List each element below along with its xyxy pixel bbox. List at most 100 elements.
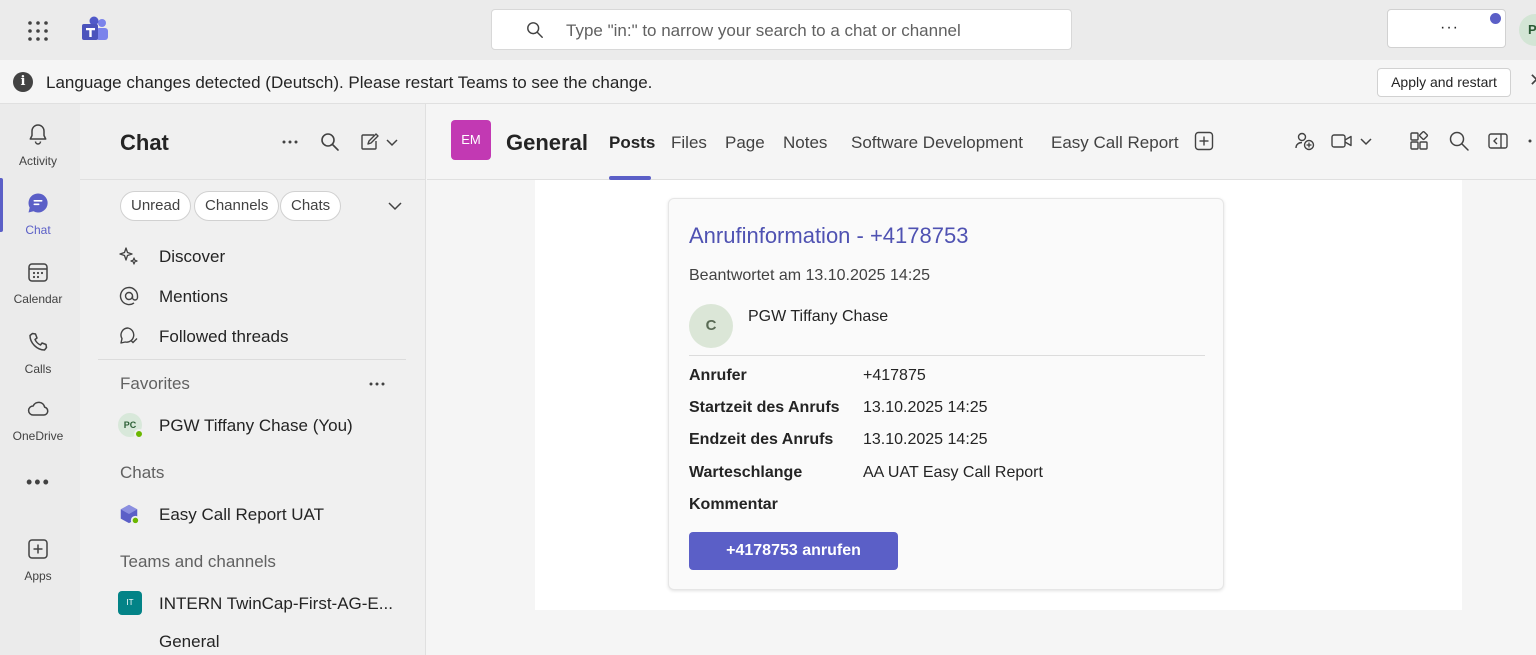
nav-discover[interactable]: Discover: [118, 241, 408, 271]
apply-and-restart-button[interactable]: Apply and restart: [1377, 68, 1511, 97]
more-apps-icon[interactable]: •••: [26, 472, 51, 493]
phone-icon: [29, 332, 48, 351]
answered-at: Beantwortet am 13.10.2025 14:25: [689, 267, 931, 284]
team-item[interactable]: IT INTERN TwinCap-First-AG-E...: [118, 588, 408, 618]
section-divider: [98, 359, 406, 360]
calendar-icon: [28, 263, 48, 282]
more-options-icon[interactable]: [280, 132, 300, 152]
at-icon: [119, 286, 139, 306]
team-avatar: IT: [118, 591, 142, 615]
nav-followed-threads[interactable]: Followed threads: [118, 321, 408, 351]
rail-label-apps: Apps: [24, 569, 52, 583]
more-icon: ···: [1440, 19, 1459, 36]
more-options-icon[interactable]: [367, 374, 387, 394]
fact-key-end: Endzeit des Anrufs: [689, 431, 834, 448]
avatar: C: [689, 304, 733, 348]
search-icon[interactable]: [320, 132, 340, 152]
posts-content: Anrufinformation - +4178753 Beantwortet …: [427, 180, 1536, 655]
chevron-down-icon[interactable]: [387, 198, 403, 214]
open-pane-icon[interactable]: [1487, 130, 1509, 152]
tab-posts[interactable]: Posts: [609, 133, 655, 153]
channel-item[interactable]: General: [118, 626, 408, 655]
chat-item[interactable]: Easy Call Report UAT: [118, 499, 408, 529]
call-info-card: Anrufinformation - +4178753 Beantwortet …: [668, 198, 1224, 590]
video-call-icon[interactable]: [1330, 130, 1354, 152]
filter-chats[interactable]: Chats: [280, 191, 342, 221]
favorites-header: Favorites: [120, 374, 190, 393]
channel-header: EM General Posts Files Page Notes Softwa…: [427, 104, 1536, 180]
banner-message: Language changes detected (Deutsch). Ple…: [46, 73, 653, 92]
app-launcher-icon[interactable]: [26, 19, 50, 43]
rail-label-calendar: Calendar: [13, 292, 63, 306]
search-input[interactable]: Type "in:" to narrow your search to a ch…: [491, 9, 1072, 50]
cloud-icon: [27, 401, 49, 416]
filter-channels[interactable]: Channels: [194, 191, 280, 221]
teams-header: Teams and channels: [120, 552, 276, 571]
fact-value-end: 13.10.2025 14:25: [863, 431, 988, 448]
title-bar: Type "in:" to narrow your search to a ch…: [0, 0, 1536, 60]
close-icon[interactable]: ✕: [1529, 70, 1536, 91]
nav-label: Followed threads: [159, 327, 289, 346]
team-label: INTERN TwinCap-First-AG-E...: [159, 594, 393, 613]
chats-header: Chats: [120, 463, 165, 482]
card-divider: [689, 355, 1205, 356]
info-icon: i: [13, 72, 33, 92]
rail-item-chat[interactable]: Chat: [0, 181, 76, 245]
rail-item-activity[interactable]: Activity: [0, 112, 76, 176]
rail-label-onedrive: OneDrive: [12, 429, 64, 443]
favorite-label: PGW Tiffany Chase (You): [159, 416, 353, 435]
chevron-down-icon[interactable]: [1359, 130, 1373, 152]
channel-name: General: [506, 130, 588, 155]
tab-files[interactable]: Files: [671, 133, 707, 153]
fact-value-caller: +417875: [863, 367, 926, 384]
avatar: PC: [118, 413, 144, 439]
sparkle-icon: [119, 247, 138, 265]
fact-value-start: 13.10.2025 14:25: [863, 399, 988, 416]
more-options-icon[interactable]: [1525, 130, 1536, 152]
tab-software-development[interactable]: Software Development: [851, 133, 1023, 153]
profile-avatar[interactable]: P: [1519, 14, 1536, 46]
card-title: Anrufinformation - +4178753: [689, 223, 969, 248]
nav-mentions[interactable]: Mentions: [118, 281, 408, 311]
chat-icon: [28, 193, 48, 213]
fact-key-start: Startzeit des Anrufs: [689, 399, 840, 416]
chat-pane-title: Chat: [120, 130, 169, 155]
rail-item-apps[interactable]: Apps: [0, 527, 76, 591]
chat-list-pane: Chat Unread Channels Chats Discover Ment…: [80, 104, 426, 655]
app-rail: Activity Chat Calendar Calls OneDrive ••…: [0, 104, 80, 655]
nav-label: Discover: [159, 247, 226, 266]
rail-label-calls: Calls: [24, 362, 52, 376]
rail-item-calls[interactable]: Calls: [0, 320, 76, 384]
nav-label: Mentions: [159, 287, 228, 306]
rail-item-calendar[interactable]: Calendar: [0, 250, 76, 314]
agent-name: PGW Tiffany Chase: [748, 308, 889, 325]
avatar-initials: PC: [123, 420, 137, 430]
presence-available-icon: [134, 429, 144, 439]
fact-key-queue: Warteschlange: [689, 464, 803, 481]
language-change-banner: i Language changes detected (Deutsch). P…: [0, 60, 1536, 104]
channel-label: General: [159, 632, 220, 651]
tab-notes[interactable]: Notes: [783, 133, 827, 153]
filter-unread[interactable]: Unread: [120, 191, 192, 221]
rail-label-activity: Activity: [18, 154, 57, 168]
search-placeholder: Type "in:" to narrow your search to a ch…: [566, 21, 961, 40]
teams-logo-icon: [82, 16, 108, 40]
add-people-icon[interactable]: [1294, 130, 1316, 152]
call-back-button[interactable]: +4178753 anrufen: [689, 532, 898, 570]
apps-icon[interactable]: [1408, 130, 1430, 152]
message-column: Anrufinformation - +4178753 Beantwortet …: [535, 180, 1462, 610]
pane-divider: [80, 179, 426, 180]
search-icon: [527, 22, 543, 38]
followed-threads-icon: [120, 327, 138, 344]
new-chat-icon[interactable]: [359, 132, 379, 152]
rail-item-onedrive[interactable]: OneDrive: [0, 387, 76, 451]
tab-page[interactable]: Page: [725, 133, 765, 153]
rail-label-chat: Chat: [25, 223, 51, 237]
add-tab-icon[interactable]: [1194, 131, 1214, 151]
chevron-down-icon[interactable]: [385, 132, 399, 152]
more-options-button[interactable]: ···: [1387, 9, 1506, 48]
tab-easy-call-report[interactable]: Easy Call Report: [1051, 133, 1179, 153]
fact-key-caller: Anrufer: [689, 367, 747, 384]
search-icon[interactable]: [1448, 130, 1470, 152]
favorite-item[interactable]: PC PGW Tiffany Chase (You): [118, 410, 408, 440]
